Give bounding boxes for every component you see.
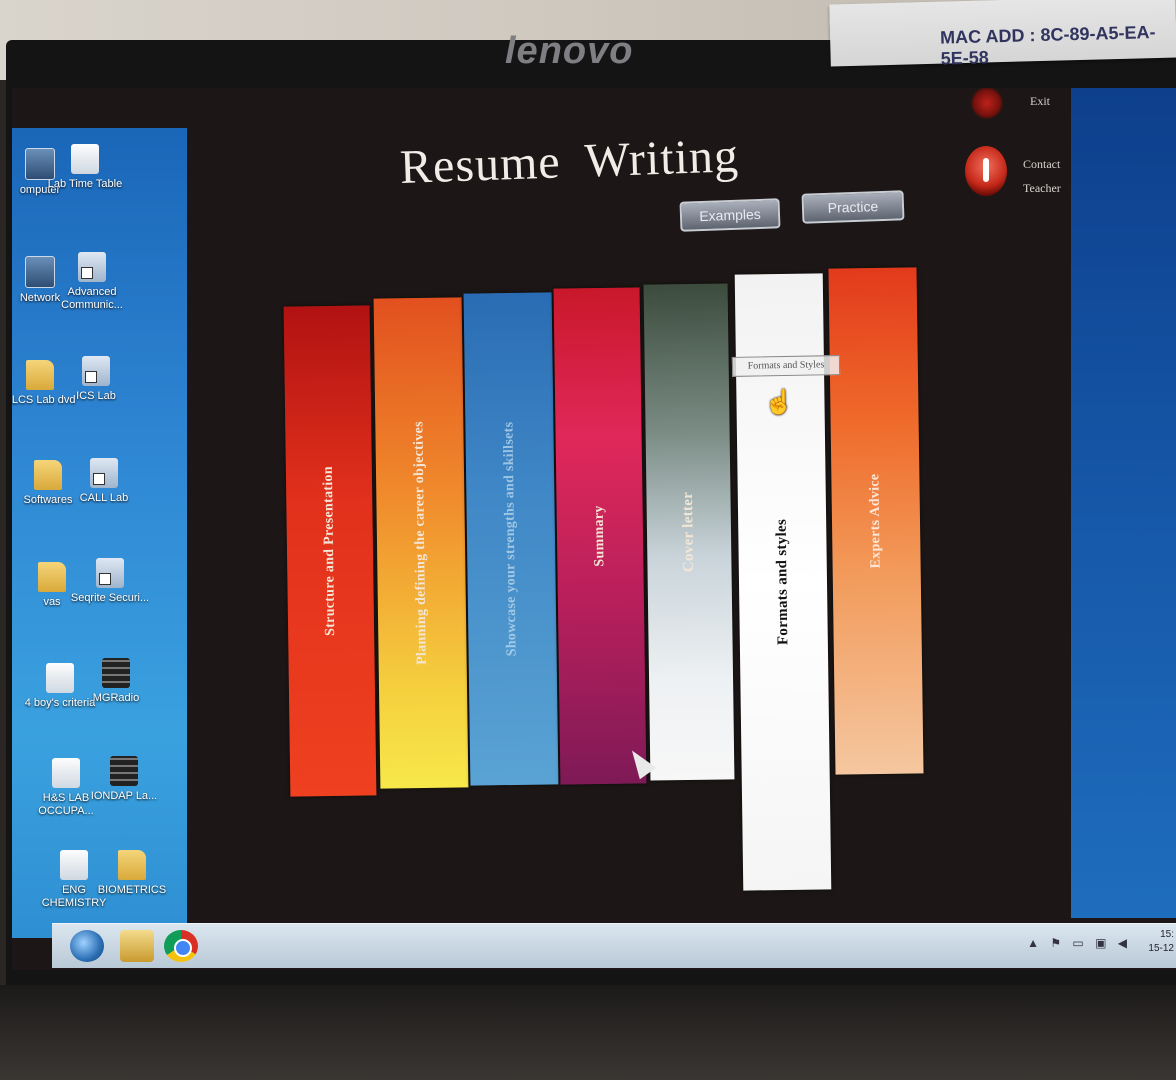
topic-label: Showcase your strengths and skillsets: [501, 421, 520, 657]
topic-label: Structure and Presentation: [320, 465, 339, 637]
clock-date: 15-12: [1148, 943, 1174, 954]
topic-label: Summary: [591, 505, 608, 567]
exit-button[interactable]: [972, 88, 1002, 118]
topic-cover-letter[interactable]: Cover letter: [643, 283, 735, 781]
start-button[interactable]: [70, 930, 104, 962]
mac-address-sticker: MAC ADD : 8C-89-A5-EA-5E-58: [829, 0, 1176, 69]
topic-label: Cover letter: [679, 491, 698, 573]
shortcut-icon: [90, 458, 118, 488]
document-icon: [71, 144, 99, 174]
desktop-icon-label: Advanced Communic...: [61, 286, 123, 311]
desktop-icon-seqrite[interactable]: Seqrite Securi...: [70, 558, 150, 605]
title-word-writing: Writing: [583, 129, 740, 188]
exit-label: Exit: [1030, 94, 1050, 108]
shortcut-icon: [78, 252, 106, 282]
desk-foreground: [0, 985, 1176, 1080]
folder-icon: [26, 360, 54, 390]
folder-icon: [118, 850, 146, 880]
document-icon: [46, 663, 74, 693]
shortcut-icon: [96, 558, 124, 588]
desktop-icon-label: Lab Time Table: [47, 178, 123, 190]
desktop-icon-mgradio[interactable]: MGRadio: [76, 658, 156, 705]
desktop-wallpaper-right: [1071, 88, 1176, 918]
desktop-icon-advanced-communication[interactable]: Advanced Communic...: [52, 252, 132, 312]
document-icon: [60, 850, 88, 880]
clock-time: 15:: [1160, 929, 1174, 940]
contact-label-line1: Contact: [1023, 157, 1061, 171]
topic-label: Planning defining the career objectives: [411, 421, 430, 665]
desktop-icon-label: CALL Lab: [79, 492, 129, 504]
topic-label: Experts Advice: [867, 473, 884, 569]
sticker-mac-address: MAC ADD : 8C-89-A5-EA-5E-58: [939, 22, 1156, 69]
desktop-icon-call-lab[interactable]: CALL Lab: [64, 458, 144, 505]
desktop-icon-biometrics[interactable]: BIOMETRICS: [92, 850, 172, 897]
desktop-icon-label: IONDAP La...: [90, 790, 158, 802]
contact-label-line2: Teacher: [1023, 181, 1061, 195]
media-icon: [102, 658, 130, 688]
desktop-icon-ics-lab[interactable]: ICS Lab: [56, 356, 136, 403]
topic-structure-and-presentation[interactable]: Structure and Presentation: [283, 305, 377, 797]
contact-teacher-label: Contact Teacher: [1023, 152, 1061, 200]
page-title: Resume Writing: [399, 127, 764, 195]
folder-icon: [38, 562, 66, 592]
taskbar: ▲ ⚑ ▭ ▣ ◀ 15: 15-12: [52, 923, 1176, 968]
topic-label: Formats and styles: [773, 518, 792, 646]
practice-button[interactable]: Practice: [801, 190, 905, 224]
system-tray[interactable]: ▲ ⚑ ▭ ▣ ◀: [1027, 936, 1131, 950]
desktop-icon-label: Seqrite Securi...: [70, 592, 150, 604]
network-icon: [25, 256, 55, 288]
contact-teacher-button[interactable]: [965, 146, 1007, 196]
topic-planning-career-objectives[interactable]: Planning defining the career objectives: [373, 297, 469, 789]
folder-icon: [34, 460, 62, 490]
chrome-taskbar-icon[interactable]: [164, 930, 198, 962]
examples-button[interactable]: Examples: [679, 198, 781, 232]
desktop-icon-iondap-lab[interactable]: IONDAP La...: [84, 756, 164, 803]
monitor-brand-logo: lenovo: [505, 30, 634, 72]
desktop-icon-lab-time-table[interactable]: Lab Time Table: [45, 144, 125, 191]
topic-summary[interactable]: Summary: [553, 287, 647, 785]
screen: omputer Lab Time Table Network Advanced …: [12, 88, 1176, 970]
tooltip: Formats and Styles: [731, 355, 841, 377]
shortcut-icon: [82, 356, 110, 386]
file-explorer-taskbar-icon[interactable]: [120, 930, 154, 962]
title-word-resume: Resume: [399, 135, 562, 194]
clock[interactable]: 15: 15-12: [1148, 928, 1174, 956]
desktop-icon-label: BIOMETRICS: [97, 884, 167, 896]
desktop-icon-label: MGRadio: [92, 692, 140, 704]
media-icon: [110, 756, 138, 786]
hand-cursor-icon: ☝: [764, 389, 794, 416]
desktop-icon-label: ICS Lab: [76, 390, 116, 402]
topic-strengths-and-skillsets[interactable]: Showcase your strengths and skillsets: [463, 292, 559, 786]
topic-experts-advice[interactable]: Experts Advice: [828, 267, 924, 775]
document-icon: [52, 758, 80, 788]
